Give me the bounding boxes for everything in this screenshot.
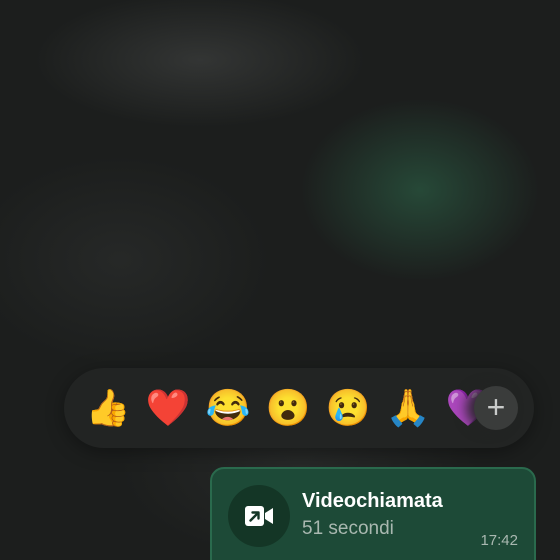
call-duration: 51 secondi — [302, 518, 394, 539]
video-call-outgoing-icon — [245, 506, 273, 526]
reaction-emoji-row: 👍 ❤️ 😂 😮 😢 🙏 💜 — [78, 368, 498, 448]
reaction-folded-hands[interactable]: 🙏 — [378, 368, 438, 448]
reaction-picker: 👍 ❤️ 😂 😮 😢 🙏 💜 + — [64, 368, 534, 448]
reaction-thumbs-up[interactable]: 👍 — [78, 368, 138, 448]
video-call-message-bubble[interactable]: Videochiamata 51 secondi 17:42 — [210, 467, 536, 560]
reaction-tears-of-joy[interactable]: 😂 — [198, 368, 258, 448]
reaction-crying[interactable]: 😢 — [318, 368, 378, 448]
reaction-red-heart[interactable]: ❤️ — [138, 368, 198, 448]
call-title: Videochiamata — [302, 490, 443, 512]
more-reactions-button[interactable]: + — [474, 386, 518, 430]
reaction-astonished[interactable]: 😮 — [258, 368, 318, 448]
plus-icon: + — [486, 388, 506, 425]
video-call-icon-circle — [228, 485, 290, 547]
chat-background: 👍 ❤️ 😂 😮 😢 🙏 💜 + Videochiamata 51 second… — [0, 0, 560, 560]
message-timestamp: 17:42 — [480, 532, 518, 549]
